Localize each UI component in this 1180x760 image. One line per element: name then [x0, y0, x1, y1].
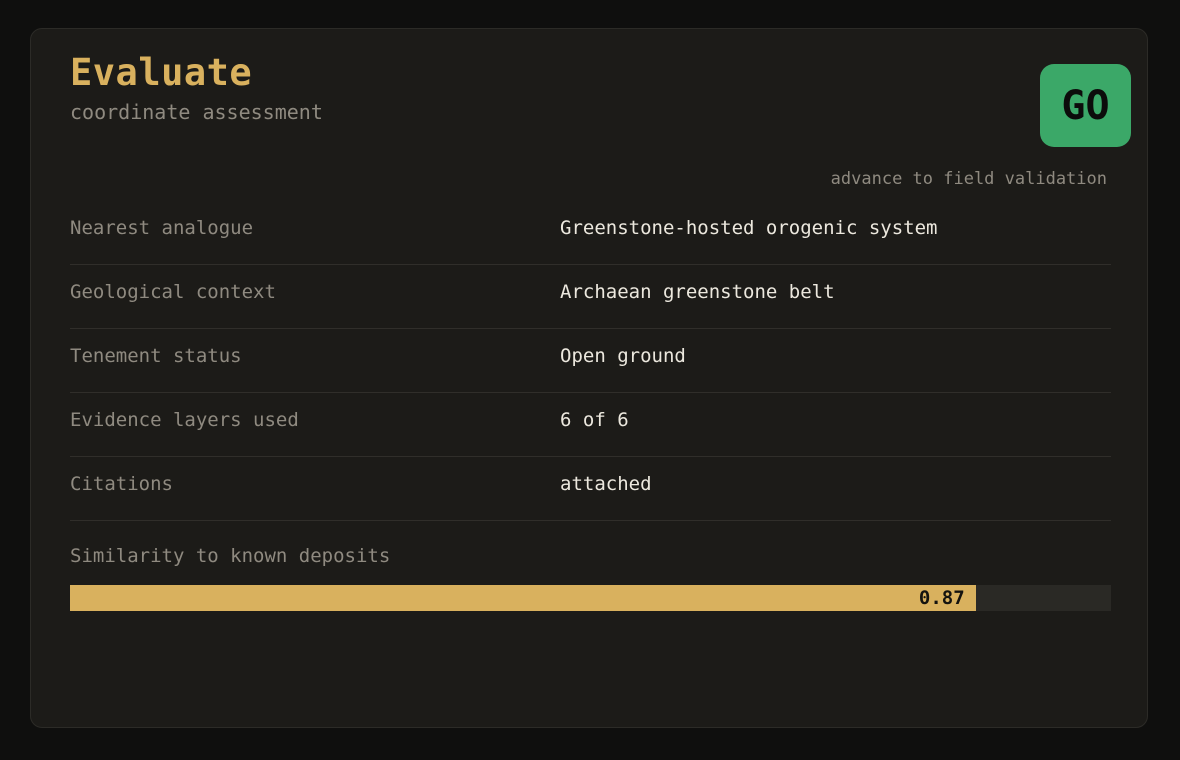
- assessment-row-geological-context: Geological context Archaean greenstone b…: [70, 265, 1111, 329]
- evaluation-card: Evaluate coordinate assessment GO advanc…: [30, 28, 1148, 728]
- page-title: Evaluate: [70, 51, 253, 94]
- row-value: Archaean greenstone belt: [560, 281, 835, 303]
- row-label: Evidence layers used: [70, 409, 299, 431]
- assessment-row-nearest-analogue: Nearest analogue Greenstone-hosted oroge…: [70, 201, 1111, 265]
- row-label: Geological context: [70, 281, 276, 303]
- row-label: Tenement status: [70, 345, 242, 367]
- assessment-row-citations: Citations attached: [70, 457, 1111, 521]
- go-caption: advance to field validation: [830, 169, 1107, 189]
- assessment-table: Nearest analogue Greenstone-hosted oroge…: [70, 201, 1111, 521]
- row-value: 6 of 6: [560, 409, 629, 431]
- similarity-bar-fill: 0.87: [70, 585, 976, 611]
- assessment-row-evidence-layers: Evidence layers used 6 of 6: [70, 393, 1111, 457]
- assessment-row-tenement-status: Tenement status Open ground: [70, 329, 1111, 393]
- row-label: Citations: [70, 473, 173, 495]
- row-value: attached: [560, 473, 652, 495]
- similarity-bar: 0.87: [70, 585, 1111, 611]
- row-value: Open ground: [560, 345, 686, 367]
- row-value: Greenstone-hosted orogenic system: [560, 217, 938, 239]
- go-decision-button[interactable]: GO: [1040, 64, 1131, 147]
- page-subtitle: coordinate assessment: [70, 100, 323, 124]
- similarity-value: 0.87: [918, 587, 965, 609]
- row-label: Nearest analogue: [70, 217, 254, 239]
- similarity-label: Similarity to known deposits: [70, 545, 391, 567]
